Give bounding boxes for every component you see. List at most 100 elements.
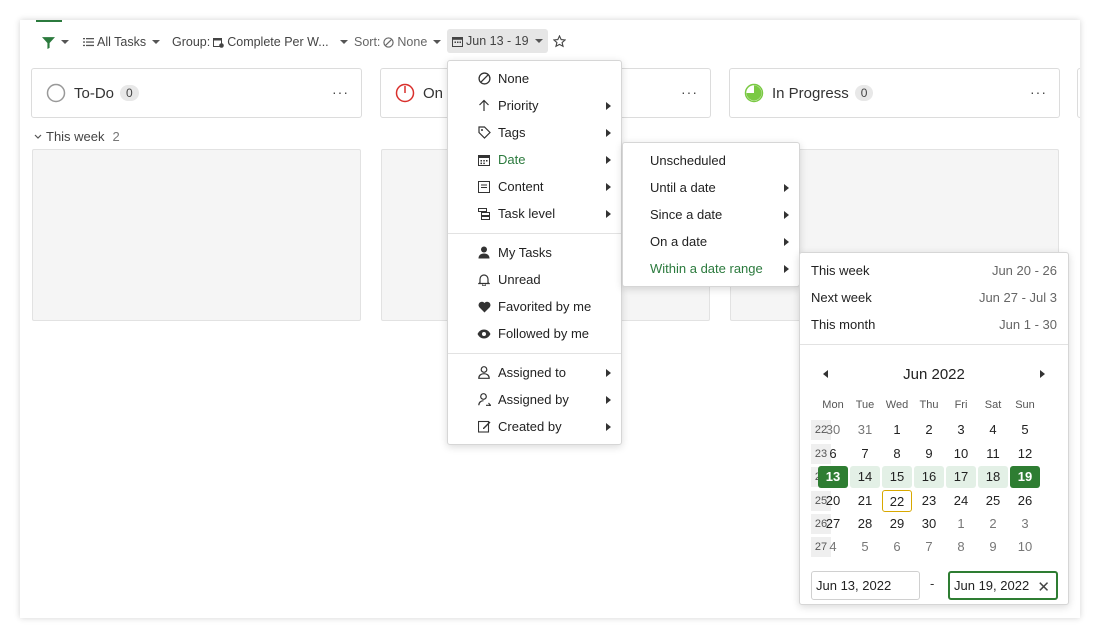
calendar-day[interactable]: 6	[818, 443, 848, 465]
menu-item-label: Followed by me	[498, 326, 590, 341]
filter-menu-item-followed[interactable]: Followed by me	[448, 320, 621, 347]
calendar-day[interactable]: 2	[914, 419, 944, 441]
group-label: This week	[46, 129, 105, 144]
calendar-day[interactable]: 30	[914, 513, 944, 535]
calendar-day[interactable]: 7	[850, 443, 880, 465]
filter-menu-item-assigned-to[interactable]: Assigned to	[448, 359, 621, 386]
filter-menu-item-created-by[interactable]: Created by	[448, 413, 621, 440]
none-icon	[476, 71, 492, 87]
calendar-day[interactable]: 3	[1010, 513, 1040, 535]
start-date-input[interactable]: Jun 13, 2022	[811, 571, 920, 600]
calendar-day[interactable]: 9	[978, 536, 1008, 558]
calendar-day[interactable]: 30	[818, 419, 848, 441]
favorite-button[interactable]	[553, 31, 566, 51]
calendar-day[interactable]: 13	[818, 466, 848, 488]
date-option-range[interactable]: Within a date range	[623, 255, 799, 282]
more-options-icon[interactable]: ···	[681, 84, 698, 100]
calendar-day[interactable]: 5	[1010, 419, 1040, 441]
column-header-todo[interactable]: To-Do 0 ···	[31, 68, 362, 118]
bell-icon	[476, 272, 492, 288]
date-option-on[interactable]: On a date	[623, 228, 799, 255]
calendar-day[interactable]: 23	[914, 490, 944, 512]
end-date-input[interactable]: Jun 19, 2022 ✕	[948, 571, 1058, 600]
date-option-until[interactable]: Until a date	[623, 174, 799, 201]
next-month-icon[interactable]	[1040, 370, 1045, 378]
preset-this-month[interactable]: This month Jun 1 - 30	[800, 311, 1068, 338]
calendar-day[interactable]: 8	[882, 443, 912, 465]
chevron-right-icon	[606, 129, 611, 137]
task-card[interactable]	[32, 149, 361, 321]
filter-menu-item-assigned-by[interactable]: Assigned by	[448, 386, 621, 413]
filter-menu-item-my-tasks[interactable]: My Tasks	[448, 239, 621, 266]
calendar-day[interactable]: 1	[946, 513, 976, 535]
calendar-check-icon	[213, 37, 225, 48]
view-select[interactable]: All Tasks	[83, 32, 161, 52]
clear-icon[interactable]: ✕	[1037, 578, 1050, 596]
preset-this-week[interactable]: This week Jun 20 - 26	[800, 257, 1068, 284]
calendar-day[interactable]: 2	[978, 513, 1008, 535]
calendar-day[interactable]: 22	[882, 490, 912, 512]
calendar-day[interactable]: 19	[1010, 466, 1040, 488]
calendar-day[interactable]: 24	[946, 490, 976, 512]
date-option-unscheduled[interactable]: Unscheduled	[623, 147, 799, 174]
calendar-day[interactable]: 7	[914, 536, 944, 558]
filter-menu-item-content[interactable]: Content	[448, 173, 621, 200]
calendar-day[interactable]: 31	[850, 419, 880, 441]
calendar-day[interactable]: 12	[1010, 443, 1040, 465]
calendar-day[interactable]: 5	[850, 536, 880, 558]
preset-next-week[interactable]: Next week Jun 27 - Jul 3	[800, 284, 1068, 311]
calendar-day[interactable]: 15	[882, 466, 912, 488]
calendar-day[interactable]: 20	[818, 490, 848, 512]
filter-menu-item-favorited[interactable]: Favorited by me	[448, 293, 621, 320]
list-icon	[83, 38, 94, 47]
more-options-icon[interactable]: ···	[1030, 84, 1047, 100]
menu-item-label: On a date	[650, 234, 708, 249]
filter-menu-item-task-level[interactable]: Task level	[448, 200, 621, 227]
prev-month-icon[interactable]	[823, 370, 828, 378]
calendar-day[interactable]: 14	[850, 466, 880, 488]
chevron-right-icon	[784, 211, 789, 219]
status-on-hold-icon	[395, 83, 415, 103]
menu-item-label: My Tasks	[498, 245, 552, 260]
star-icon	[553, 34, 566, 47]
calendar-day[interactable]: 4	[818, 536, 848, 558]
date-option-since[interactable]: Since a date	[623, 201, 799, 228]
filter-menu-item-unread[interactable]: Unread	[448, 266, 621, 293]
menu-item-label: Since a date	[650, 207, 723, 222]
date-range-button[interactable]: Jun 13 - 19	[447, 29, 548, 53]
calendar-day[interactable]: 10	[946, 443, 976, 465]
column-title: In Progress	[772, 84, 849, 102]
filter-menu-item-date[interactable]: Date	[448, 146, 621, 173]
calendar-day[interactable]: 11	[978, 443, 1008, 465]
calendar-day[interactable]: 6	[882, 536, 912, 558]
calendar-day[interactable]: 25	[978, 490, 1008, 512]
calendar-day[interactable]: 27	[818, 513, 848, 535]
calendar-day[interactable]: 9	[914, 443, 944, 465]
filter-menu-item-none[interactable]: None	[448, 65, 621, 92]
toolbar: All Tasks Group: Complete Per W... Sort:…	[20, 20, 1080, 64]
column-header-in-progress[interactable]: In Progress 0 ···	[729, 68, 1060, 118]
sort-select[interactable]: Sort: None	[354, 32, 442, 52]
group-select[interactable]: Group: Complete Per W...	[172, 32, 348, 52]
assigned-by-icon	[476, 392, 492, 408]
calendar-day[interactable]: 26	[1010, 490, 1040, 512]
created-by-icon	[476, 419, 492, 435]
group-toggle-this-week[interactable]: This week 2	[34, 129, 120, 144]
filter-menu-item-tags[interactable]: Tags	[448, 119, 621, 146]
calendar-day[interactable]: 4	[978, 419, 1008, 441]
calendar-day[interactable]: 18	[978, 466, 1008, 488]
calendar-day[interactable]: 8	[946, 536, 976, 558]
column-header-next[interactable]	[1077, 68, 1080, 118]
calendar-day[interactable]: 21	[850, 490, 880, 512]
filter-button[interactable]	[42, 32, 69, 52]
calendar-day[interactable]: 29	[882, 513, 912, 535]
chevron-right-icon	[784, 238, 789, 246]
more-options-icon[interactable]: ···	[332, 84, 349, 100]
calendar-day[interactable]: 28	[850, 513, 880, 535]
calendar-day[interactable]: 3	[946, 419, 976, 441]
calendar-day[interactable]: 1	[882, 419, 912, 441]
filter-menu-item-priority[interactable]: Priority	[448, 92, 621, 119]
calendar-day[interactable]: 17	[946, 466, 976, 488]
calendar-day[interactable]: 10	[1010, 536, 1040, 558]
calendar-day[interactable]: 16	[914, 466, 944, 488]
